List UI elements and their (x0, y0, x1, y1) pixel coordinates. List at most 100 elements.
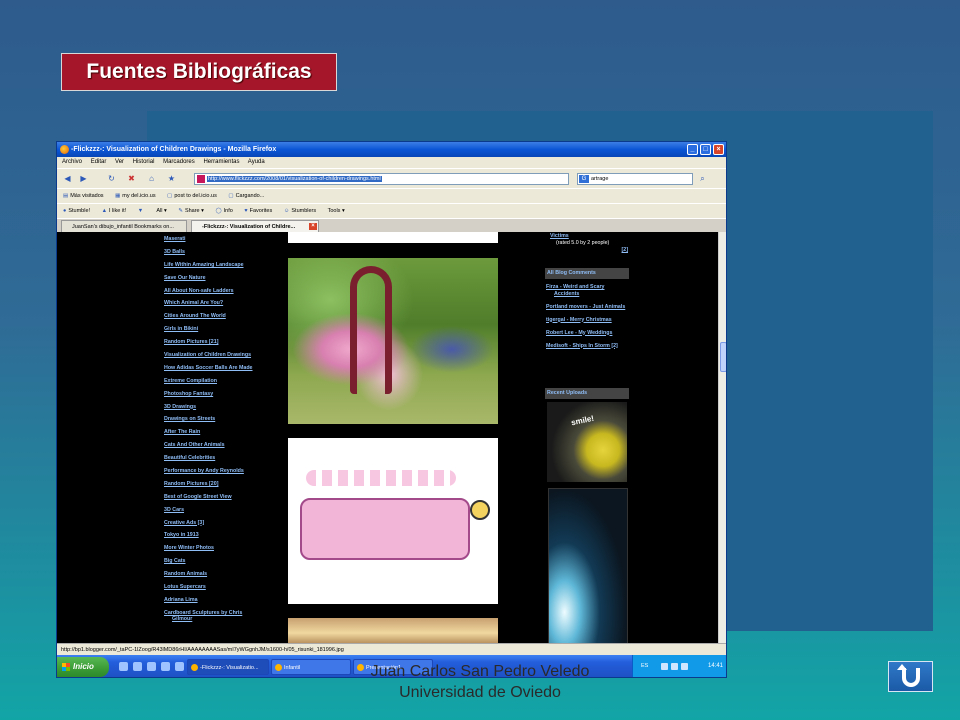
drawing-sofa (300, 498, 470, 560)
home-icon[interactable]: ⌂ (147, 174, 156, 183)
thumbs-up-icon: ▲ (101, 208, 108, 214)
stumblers-button[interactable]: ☺ Stumblers (284, 208, 316, 214)
navigation-toolbar: ◀ ▶ ↻ ✖ ⌂ ★ http://www.flickzzz.com/2008… (57, 168, 726, 188)
post-link[interactable]: Maserati (164, 236, 264, 243)
post-link[interactable]: Cats And Other Animals (164, 442, 264, 449)
return-button[interactable] (888, 661, 933, 692)
all-dropdown[interactable]: All ▾ (156, 208, 166, 214)
upload-image-abstract[interactable] (548, 488, 628, 643)
menu-herramientas[interactable]: Herramientas (203, 159, 239, 165)
reload-icon[interactable]: ↻ (107, 174, 116, 183)
bookmark-post-delicious[interactable]: ▢ post to del.icio.us (167, 193, 217, 199)
post-link[interactable]: Random Pictures [20] (164, 481, 264, 488)
post-link[interactable]: Cities Around The World (164, 313, 264, 320)
post-image-top[interactable] (288, 232, 498, 243)
stumbleupon-icon: ● (63, 208, 67, 214)
post-link[interactable]: Life Within Amazing Landscape (164, 262, 264, 269)
post-link[interactable]: Best of Google Street View (164, 494, 264, 501)
dislike-button[interactable]: ▼ (138, 208, 145, 214)
page-icon: ▢ (228, 193, 234, 199)
stumble-button[interactable]: ● Stumble! (63, 208, 90, 214)
u-turn-icon (902, 668, 920, 687)
bookmark-most-visited[interactable]: ▤ Más visitados (63, 193, 104, 199)
comment-link[interactable]: Portland movers - Just Animals (546, 304, 630, 311)
scrollbar-thumb[interactable] (720, 342, 726, 372)
share-button[interactable]: ✎ Share ▾ (178, 208, 204, 214)
tab-flickzzz[interactable]: -Flickzzz-: Visualization of Childre... … (191, 220, 319, 232)
post-link[interactable]: How Adidas Soccer Balls Are Made (164, 365, 264, 372)
rating-text: (rated 5.0 by 2 people) (556, 240, 610, 246)
upload-text: smile! (570, 413, 595, 428)
forward-icon[interactable]: ▶ (79, 174, 88, 183)
comment-link[interactable]: Medisoft - Ships In Storm [2] (546, 343, 630, 350)
post-link[interactable]: Random Pictures [21] (164, 339, 264, 346)
like-button[interactable]: ▲ I like it! (102, 208, 127, 214)
tab-bar: JuanSan's dibujo_infantil Bookmarks on..… (57, 218, 726, 232)
bookmark-icon[interactable]: ★ (167, 174, 176, 183)
post-image-photo[interactable] (288, 258, 498, 424)
info-icon: ◯ (215, 208, 222, 214)
post-link[interactable]: More Winter Photos (164, 545, 264, 552)
menu-archivo[interactable]: Archivo (62, 159, 82, 165)
post-link[interactable]: Performance by Andy Reynolds (164, 468, 264, 475)
post-link[interactable]: Save Our Nature (164, 275, 264, 282)
minimize-button[interactable]: _ (687, 144, 698, 155)
upload-image-smile[interactable]: smile! (547, 402, 627, 482)
url-bar[interactable]: http://www.flickzzz.com/2008/01/visualiz… (194, 173, 569, 185)
tab-bookmarks[interactable]: JuanSan's dibujo_infantil Bookmarks on..… (61, 220, 187, 232)
bookmark-loading[interactable]: ▢ Cargando... (228, 193, 264, 199)
post-link[interactable]: Adriana Lima (164, 597, 264, 604)
tools-button[interactable]: Tools ▾ (328, 208, 345, 214)
post-image-drawing[interactable] (288, 438, 498, 604)
close-tab-icon[interactable]: × (309, 223, 317, 230)
maximize-button[interactable]: □ (700, 144, 711, 155)
post-link[interactable]: Photoshop Fantasy (164, 391, 264, 398)
post-link[interactable]: After The Rain (164, 429, 264, 436)
post-link[interactable]: Lotus Supercars (164, 584, 264, 591)
close-button[interactable]: × (713, 144, 724, 155)
post-link[interactable]: Creative Ads [3] (164, 520, 264, 527)
window-title: -Flickzzz-: Visualization of Children Dr… (71, 146, 277, 153)
post-link[interactable]: Cardboard Sculptures by Chris Gilmour (164, 610, 264, 623)
rating-block: Victims (rated 5.0 by 2 people) [2] (550, 233, 628, 254)
post-link[interactable]: Which Animal Are You? (164, 300, 264, 307)
university-name: Universidad de Oviedo (399, 684, 561, 701)
post-link[interactable]: Drawings on Streets (164, 416, 264, 423)
post-link[interactable]: Visualization of Children Drawings (164, 352, 264, 359)
bookmark-my-delicious[interactable]: ▦ my del.icio.us (115, 193, 156, 199)
post-link[interactable]: 3D Cars (164, 507, 264, 514)
favorites-button[interactable]: ♥ Favorites (244, 208, 272, 214)
search-input[interactable]: G artrage (577, 173, 693, 185)
back-icon[interactable]: ◀ (63, 174, 72, 183)
firefox-icon (60, 145, 69, 154)
comment-link[interactable]: Firza - Weird and Scary Accidents (546, 284, 630, 297)
slide-footer: Juan Carlos San Pedro Veledo Universidad… (0, 661, 960, 703)
comments-header: All Blog Comments (545, 268, 629, 279)
post-link[interactable]: Tokyo in 1913 (164, 532, 264, 539)
info-button[interactable]: ◯ Info (215, 208, 232, 214)
post-link[interactable]: Extreme Compilation (164, 378, 264, 385)
post-link[interactable]: All About Non-safe Ladders (164, 288, 264, 295)
menu-historial[interactable]: Historial (133, 159, 155, 165)
menu-ayuda[interactable]: Ayuda (248, 159, 265, 165)
thumbs-down-icon: ▼ (137, 208, 144, 214)
stop-icon[interactable]: ✖ (127, 174, 136, 183)
vertical-scrollbar[interactable] (718, 232, 726, 643)
post-link[interactable]: Girls in Bikini (164, 326, 264, 333)
search-icon[interactable]: ⌕ (698, 174, 707, 183)
flower-arch (350, 266, 392, 394)
post-link[interactable]: 3D Balls (164, 249, 264, 256)
search-value: artrage (591, 176, 609, 182)
menu-marcadores[interactable]: Marcadores (163, 159, 195, 165)
post-link[interactable]: 3D Drawings (164, 404, 264, 411)
post-image-bottom[interactable] (288, 618, 498, 643)
menu-editar[interactable]: Editar (91, 159, 107, 165)
comment-link[interactable]: tigergal - Merry Christmas (546, 317, 630, 324)
post-link[interactable]: Big Cats (164, 558, 264, 565)
victims-link[interactable]: Victims (550, 233, 628, 240)
rating-link[interactable]: [2] (550, 247, 628, 254)
post-link[interactable]: Beautiful Celebrities (164, 455, 264, 462)
menu-ver[interactable]: Ver (115, 159, 124, 165)
post-link[interactable]: Random Animals (164, 571, 264, 578)
comment-link[interactable]: Robert Lee - My Weddings (546, 330, 630, 337)
